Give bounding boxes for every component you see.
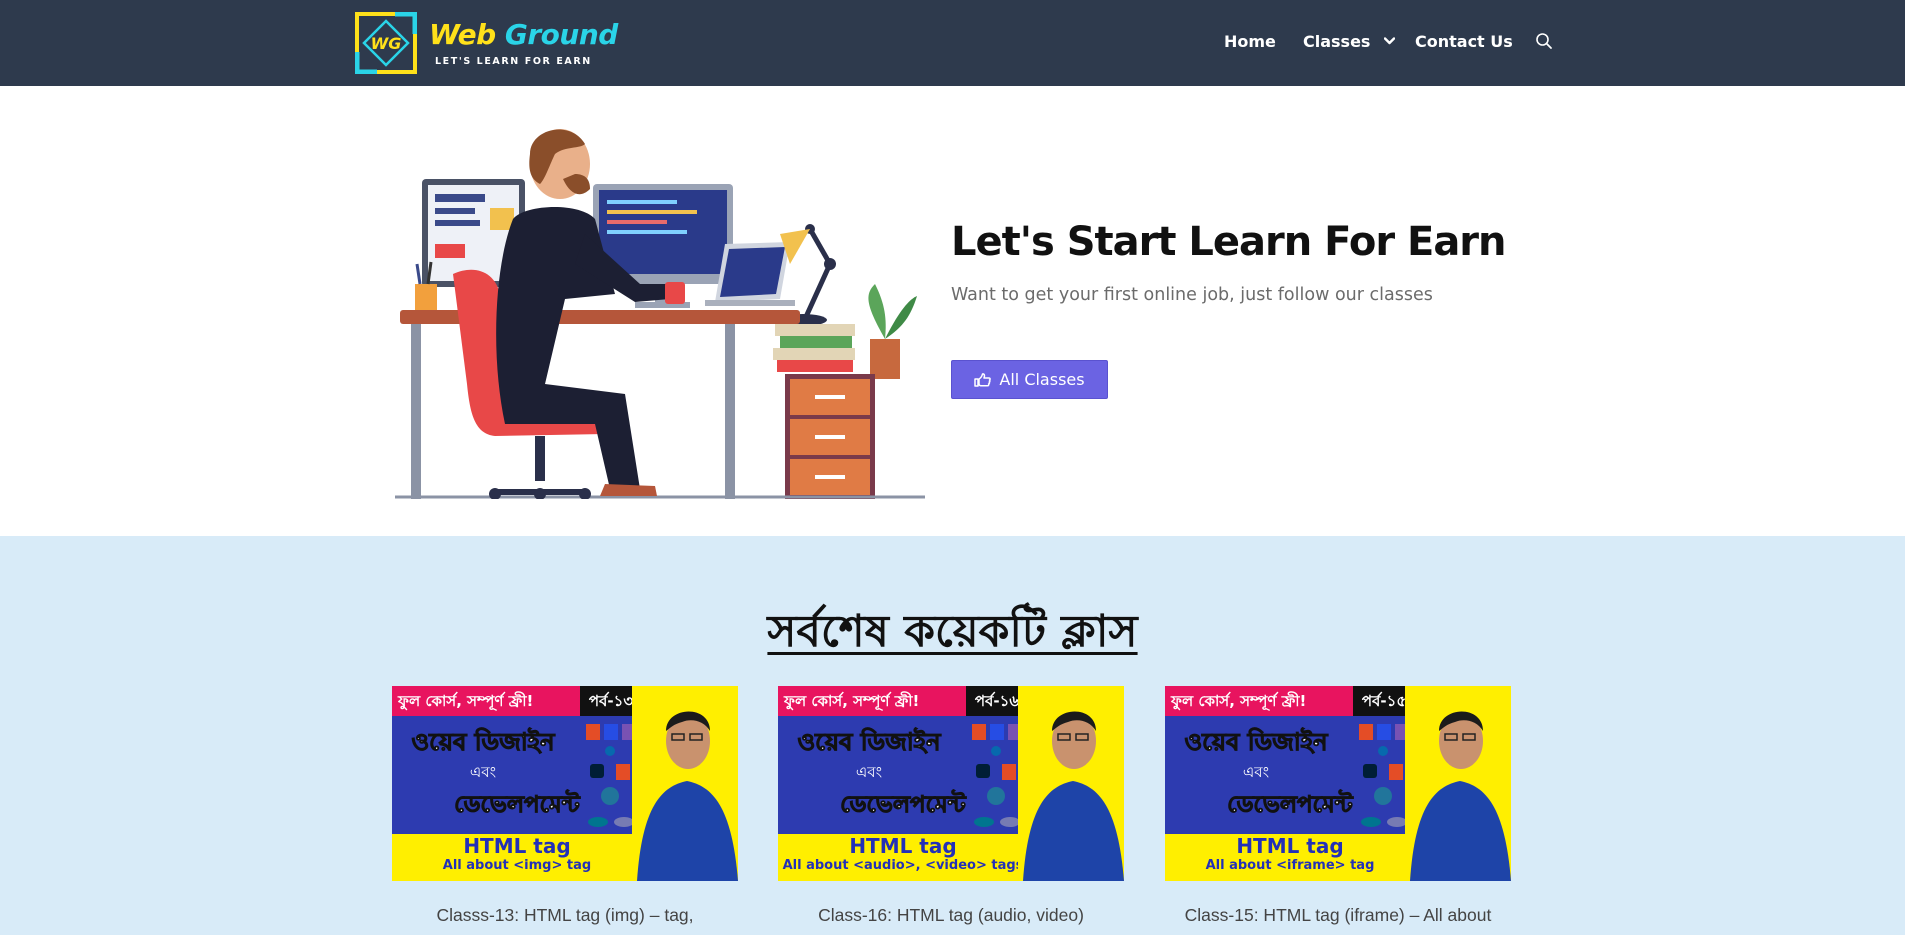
class-thumbnail[interactable]: ফুল কোর্স, সম্পূর্ণ ফ্রী! পর্ব-১৬ ওয়েব … [778,686,1124,881]
nav-contact-us[interactable]: Contact Us [1415,30,1513,54]
chevron-down-icon [1384,36,1396,44]
site-logo[interactable]: WG Web Ground LET'S LEARN FOR EARN [355,12,618,76]
thumb-full-course-label: ফুল কোর্স, সম্পূর্ণ ফ্রী! [1165,686,1353,716]
class-card: ফুল কোর্স, সম্পূর্ণ ফ্রী! পর্ব-১৫ ওয়েব … [1165,686,1511,927]
nav-home[interactable]: Home [1224,30,1276,54]
nav-classes-label: Classes [1303,32,1371,51]
thumb-about-label: All about <iframe> tag [1205,858,1375,873]
class-card: ফুল কোর্স, সম্পূর্ণ ফ্রী! পর্ব-১৩ ওয়েব … [392,686,738,927]
instructor-photo [632,686,738,881]
nav-home-label: Home [1224,32,1276,51]
site-header: WG Web Ground LET'S LEARN FOR EARN Home … [0,0,1905,86]
thumb-line2: এবং [855,763,883,781]
logo-mark-icon: WG [355,12,417,74]
logo-title-part1: Web [429,18,496,51]
search-icon[interactable] [1535,32,1553,50]
nav-classes[interactable]: Classes [1303,30,1396,54]
class-thumbnail[interactable]: ফুল কোর্স, সম্পূর্ণ ফ্রী! পর্ব-১৩ ওয়েব … [392,686,738,881]
thumb-full-course-label: ফুল কোর্স, সম্পূর্ণ ফ্রী! [392,686,580,716]
logo-tagline: LET'S LEARN FOR EARN [435,56,592,67]
hero-section: Let's Start Learn For Earn Want to get y… [0,86,1905,536]
nav-contact-label: Contact Us [1415,32,1513,51]
class-card: ফুল কোর্স, সম্পূর্ণ ফ্রী! পর্ব-১৬ ওয়েব … [778,686,1124,927]
thumb-line1: ওয়েব ডিজাইন [411,728,555,757]
thumb-about-label: All about <img> tag [442,858,592,873]
thumb-html-label: HTML tag [463,834,571,858]
thumb-about-label: All about <audio>, <video> tags [782,858,1024,873]
all-classes-button[interactable]: All Classes [951,360,1108,399]
hand-pointer-icon [974,372,992,387]
hero-subtitle: Want to get your first online job, just … [951,285,1433,305]
thumb-full-course-label: ফুল কোর্স, সম্পূর্ণ ফ্রী! [778,686,966,716]
class-card-caption[interactable]: Class-15: HTML tag (iframe) – All about [1165,903,1511,927]
instructor-photo [1018,686,1124,881]
class-thumbnail[interactable]: ফুল কোর্স, সম্পূর্ণ ফ্রী! পর্ব-১৫ ওয়েব … [1165,686,1511,881]
class-card-caption[interactable]: Classs-13: HTML tag (img) – tag, [392,903,738,927]
logo-title: Web Ground [429,18,618,51]
class-card-caption[interactable]: Class-16: HTML tag (audio, video) [778,903,1124,927]
logo-mark-text: WG [371,34,402,53]
instructor-photo [1405,686,1511,881]
thumb-line1: ওয়েব ডিজাইন [797,728,941,757]
logo-title-part2: Ground [504,18,618,51]
developer-illustration [395,129,925,499]
thumb-line2: এবং [1242,763,1270,781]
thumb-line1: ওয়েব ডিজাইন [1184,728,1328,757]
thumb-line2: এবং [469,763,497,781]
latest-classes-title: সর্বশেষ কয়েকটি ক্লাস [767,606,1138,657]
thumb-html-label: HTML tag [1236,834,1344,858]
all-classes-button-label: All Classes [999,370,1085,389]
hero-title: Let's Start Learn For Earn [951,219,1507,265]
latest-classes-section: সর্বশেষ কয়েকটি ক্লাস ফুল কোর্স, সম্পূর্… [0,536,1905,935]
thumb-html-label: HTML tag [849,834,957,858]
